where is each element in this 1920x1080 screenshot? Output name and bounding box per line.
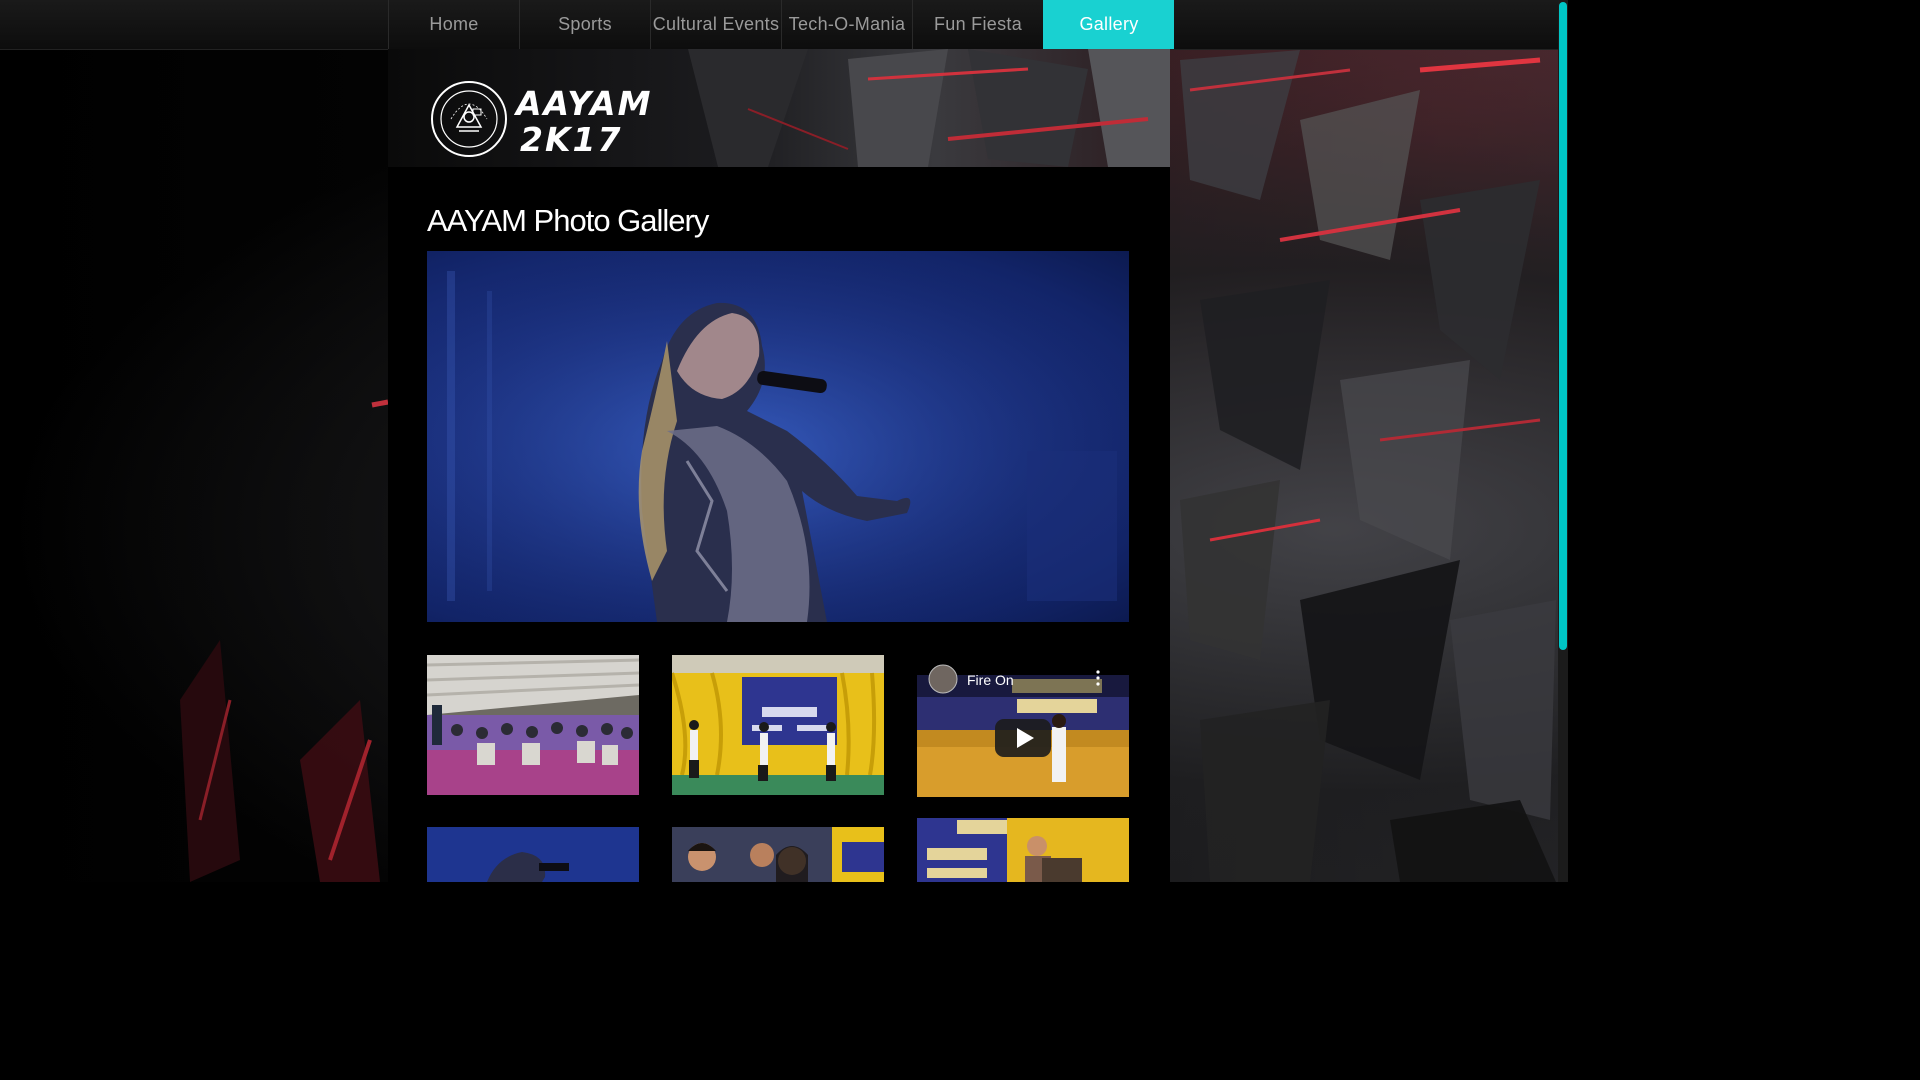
gallery-thumb-audience[interactable] — [427, 655, 639, 795]
nav-item-cultural-events[interactable]: Cultural Events — [650, 0, 781, 49]
gallery-thumb-students[interactable] — [672, 827, 884, 882]
nav-item-home[interactable]: Home — [388, 0, 519, 49]
logo-line2: 2K17 — [520, 120, 622, 159]
video-title[interactable]: Fire On — [967, 672, 1014, 688]
gallery-thumb-speaker[interactable] — [917, 818, 1129, 882]
college-emblem-logo — [431, 81, 507, 157]
page-scrollbar[interactable] — [1558, 0, 1568, 882]
nav-item-sports[interactable]: Sports — [519, 0, 650, 49]
nav-item-fun-fiesta[interactable]: Fun Fiesta — [912, 0, 1043, 49]
gallery-content-panel: AAYAM Photo Gallery Fire On — [388, 167, 1170, 882]
top-navigation: Home Sports Cultural Events Tech-O-Mania… — [0, 0, 1558, 50]
nav-item-tech-o-mania[interactable]: Tech-O-Mania — [781, 0, 912, 49]
site-header-banner: AAYAM 2K17 — [388, 49, 1170, 167]
scrollbar-thumb[interactable] — [1559, 2, 1567, 650]
page-title: AAYAM Photo Gallery — [427, 203, 709, 238]
aayam-logo-text: AAYAM 2K17 — [513, 81, 654, 166]
logo-line1: AAYAM — [514, 84, 652, 123]
video-embed-fire-on[interactable]: Fire On — [917, 657, 1129, 797]
gallery-thumb-dance-stage[interactable] — [672, 655, 884, 795]
hero-photo-singer[interactable] — [427, 251, 1129, 622]
nav-item-gallery[interactable]: Gallery — [1043, 0, 1174, 49]
gallery-thumb-singer-small[interactable] — [427, 827, 639, 882]
